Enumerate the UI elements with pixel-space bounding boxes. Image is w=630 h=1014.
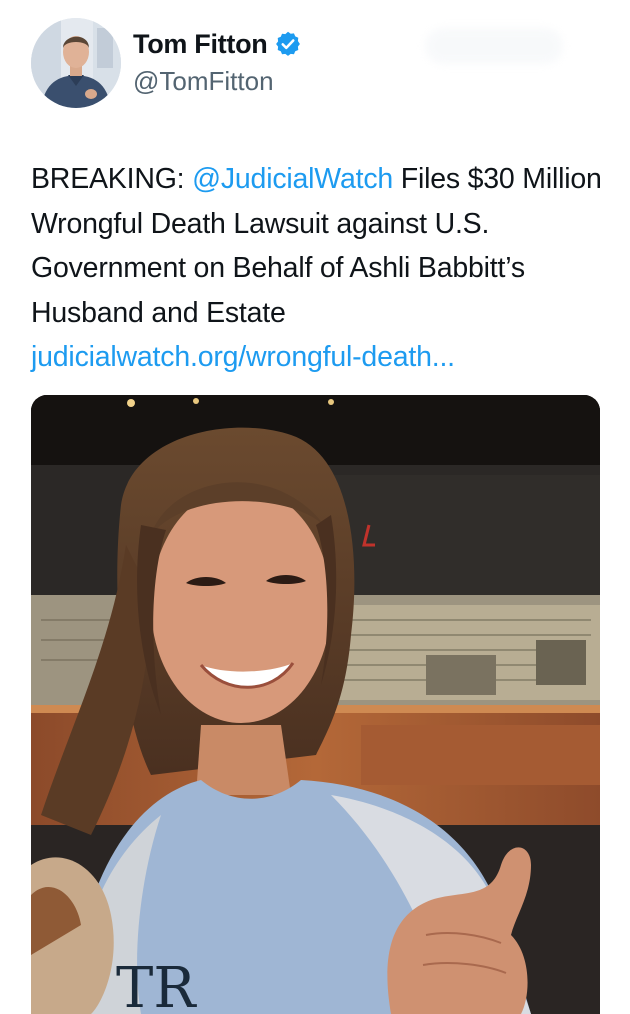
follow-button[interactable] <box>425 28 563 64</box>
author-handle[interactable]: @TomFitton <box>133 66 274 97</box>
author-name-row[interactable]: Tom Fitton <box>133 26 302 62</box>
shirt-print-text: TR <box>116 956 197 1014</box>
author-display-name[interactable]: Tom Fitton <box>133 29 268 60</box>
tweet-media-photo[interactable]: TR <box>31 395 600 1014</box>
tweet-card[interactable]: Tom Fitton @TomFitton BREAKING: @Judicia… <box>0 0 630 1014</box>
tweet-lead: BREAKING: <box>31 163 193 195</box>
article-link[interactable]: judicialwatch.org/wrongful-death... <box>31 335 611 380</box>
author-avatar[interactable] <box>31 18 121 108</box>
verified-badge-icon <box>274 30 302 58</box>
avatar-photo <box>31 18 121 108</box>
tweet-text: BREAKING: @JudicialWatch Files $30 Milli… <box>31 157 611 380</box>
mention-link[interactable]: @JudicialWatch <box>192 163 393 195</box>
woman-smiling-photo: TR <box>31 395 600 1014</box>
